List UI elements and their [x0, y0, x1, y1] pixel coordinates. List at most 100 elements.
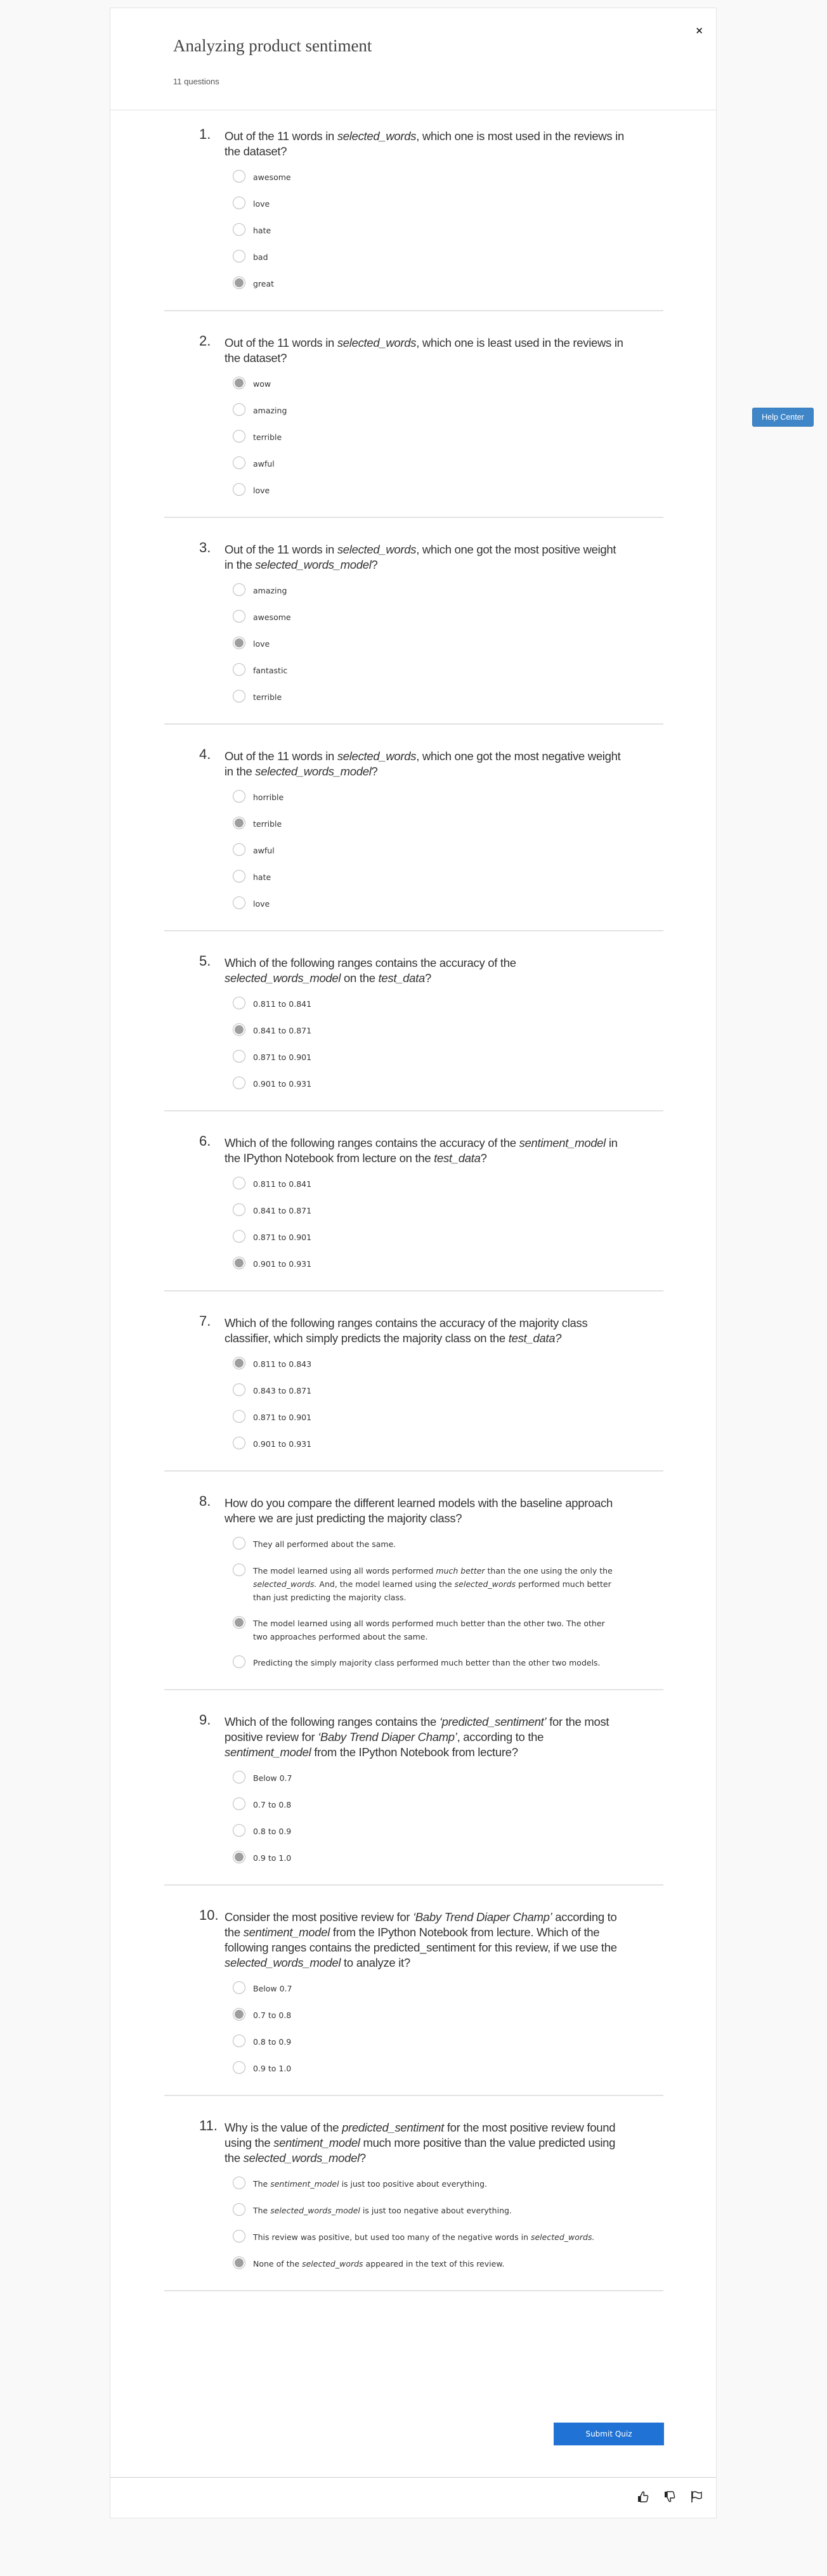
- radio-button-checked[interactable]: [233, 1357, 245, 1369]
- answer-option-11-3[interactable]: This review was positive, but used too m…: [233, 2230, 663, 2244]
- answer-option-2-3[interactable]: terrible: [233, 430, 663, 444]
- radio-button[interactable]: [233, 2203, 245, 2216]
- radio-button[interactable]: [233, 997, 245, 1009]
- answer-option-4-4[interactable]: hate: [233, 870, 663, 884]
- answer-option-10-1[interactable]: Below 0.7: [233, 1981, 663, 1996]
- answer-option-3-3[interactable]: love: [233, 637, 663, 651]
- radio-button[interactable]: [233, 1563, 245, 1576]
- radio-button[interactable]: [233, 870, 245, 883]
- answer-option-7-3[interactable]: 0.871 to 0.901: [233, 1410, 663, 1425]
- close-button[interactable]: ×: [695, 25, 703, 36]
- radio-button[interactable]: [233, 1050, 245, 1063]
- radio-button-checked[interactable]: [233, 1257, 245, 1269]
- answer-option-10-4[interactable]: 0.9 to 1.0: [233, 2061, 663, 2076]
- radio-button[interactable]: [233, 1771, 245, 1783]
- answer-option-3-4[interactable]: fantastic: [233, 663, 663, 678]
- answer-option-10-2[interactable]: 0.7 to 0.8: [233, 2008, 663, 2023]
- radio-button[interactable]: [233, 2177, 245, 2189]
- answer-option-1-3[interactable]: hate: [233, 223, 663, 238]
- radio-button[interactable]: [233, 2230, 245, 2243]
- answer-option-11-2[interactable]: The selected_words_model is just too neg…: [233, 2203, 663, 2218]
- answer-option-8-3[interactable]: The model learned using all words perfor…: [233, 1616, 663, 1643]
- thumbs-down-icon[interactable]: [663, 2490, 677, 2504]
- answer-option-4-1[interactable]: horrible: [233, 790, 663, 805]
- radio-button[interactable]: [233, 223, 245, 236]
- radio-button[interactable]: [233, 1655, 245, 1668]
- radio-button[interactable]: [233, 610, 245, 623]
- radio-button-checked[interactable]: [233, 1851, 245, 1863]
- answer-option-3-2[interactable]: awesome: [233, 610, 663, 625]
- radio-button-checked[interactable]: [233, 1023, 245, 1036]
- answer-option-3-5[interactable]: terrible: [233, 690, 663, 704]
- answer-option-9-1[interactable]: Below 0.7: [233, 1771, 663, 1785]
- radio-button[interactable]: [233, 583, 245, 596]
- answer-option-2-1[interactable]: wow: [233, 377, 663, 391]
- radio-button[interactable]: [233, 250, 245, 262]
- answer-option-7-1[interactable]: 0.811 to 0.843: [233, 1357, 663, 1371]
- radio-button[interactable]: [233, 790, 245, 803]
- answer-option-2-2[interactable]: amazing: [233, 403, 663, 418]
- radio-button[interactable]: [233, 403, 245, 416]
- answer-option-9-3[interactable]: 0.8 to 0.9: [233, 1824, 663, 1839]
- radio-button[interactable]: [233, 1077, 245, 1089]
- radio-button[interactable]: [233, 1824, 245, 1837]
- radio-button[interactable]: [233, 1437, 245, 1449]
- answer-option-5-3[interactable]: 0.871 to 0.901: [233, 1050, 663, 1065]
- answer-option-6-3[interactable]: 0.871 to 0.901: [233, 1230, 663, 1245]
- answer-option-3-1[interactable]: amazing: [233, 583, 663, 598]
- answer-option-4-3[interactable]: awful: [233, 843, 663, 858]
- radio-button[interactable]: [233, 690, 245, 702]
- answer-option-4-5[interactable]: love: [233, 896, 663, 911]
- radio-button[interactable]: [233, 1177, 245, 1189]
- radio-button[interactable]: [233, 1537, 245, 1550]
- radio-button-checked[interactable]: [233, 276, 245, 289]
- answer-option-1-2[interactable]: love: [233, 197, 663, 211]
- answer-option-11-4[interactable]: None of the selected_words appeared in t…: [233, 2256, 663, 2271]
- radio-button[interactable]: [233, 1797, 245, 1810]
- answer-option-1-1[interactable]: awesome: [233, 170, 663, 184]
- answer-option-6-4[interactable]: 0.901 to 0.931: [233, 1257, 663, 1271]
- answer-option-8-2[interactable]: The model learned using all words perfor…: [233, 1563, 663, 1604]
- flag-icon[interactable]: [689, 2490, 703, 2504]
- answer-option-8-1[interactable]: They all performed about the same.: [233, 1537, 663, 1551]
- answer-option-2-5[interactable]: love: [233, 483, 663, 498]
- answer-option-1-4[interactable]: bad: [233, 250, 663, 264]
- radio-button[interactable]: [233, 170, 245, 183]
- submit-quiz-button[interactable]: Submit Quiz: [554, 2423, 664, 2445]
- answer-option-1-5[interactable]: great: [233, 276, 663, 291]
- radio-button-checked[interactable]: [233, 2008, 245, 2021]
- answer-option-2-4[interactable]: awful: [233, 456, 663, 471]
- radio-button-checked[interactable]: [233, 817, 245, 829]
- answer-option-8-4[interactable]: Predicting the simply majority class per…: [233, 1655, 663, 1670]
- answer-option-6-1[interactable]: 0.811 to 0.841: [233, 1177, 663, 1191]
- radio-button-checked[interactable]: [233, 637, 245, 649]
- radio-button[interactable]: [233, 430, 245, 443]
- radio-button[interactable]: [233, 843, 245, 856]
- answer-option-4-2[interactable]: terrible: [233, 817, 663, 831]
- radio-button-checked[interactable]: [233, 2256, 245, 2269]
- radio-button[interactable]: [233, 1230, 245, 1243]
- answer-option-7-4[interactable]: 0.901 to 0.931: [233, 1437, 663, 1451]
- answer-option-9-2[interactable]: 0.7 to 0.8: [233, 1797, 663, 1812]
- answer-option-9-4[interactable]: 0.9 to 1.0: [233, 1851, 663, 1865]
- radio-button[interactable]: [233, 1203, 245, 1216]
- radio-button[interactable]: [233, 1981, 245, 1994]
- radio-button-checked[interactable]: [233, 1616, 245, 1629]
- radio-button-checked[interactable]: [233, 377, 245, 389]
- radio-button[interactable]: [233, 197, 245, 209]
- answer-option-11-1[interactable]: The sentiment_model is just too positive…: [233, 2177, 663, 2191]
- radio-button[interactable]: [233, 2035, 245, 2047]
- radio-button[interactable]: [233, 2061, 245, 2074]
- radio-button[interactable]: [233, 1383, 245, 1396]
- radio-button[interactable]: [233, 456, 245, 469]
- answer-option-6-2[interactable]: 0.841 to 0.871: [233, 1203, 663, 1218]
- radio-button[interactable]: [233, 483, 245, 496]
- radio-button[interactable]: [233, 1410, 245, 1423]
- answer-option-7-2[interactable]: 0.843 to 0.871: [233, 1383, 663, 1398]
- radio-button[interactable]: [233, 896, 245, 909]
- answer-option-5-1[interactable]: 0.811 to 0.841: [233, 997, 663, 1011]
- answer-option-5-2[interactable]: 0.841 to 0.871: [233, 1023, 663, 1038]
- radio-button[interactable]: [233, 663, 245, 676]
- answer-option-10-3[interactable]: 0.8 to 0.9: [233, 2035, 663, 2049]
- help-center-button[interactable]: Help Center: [752, 408, 814, 427]
